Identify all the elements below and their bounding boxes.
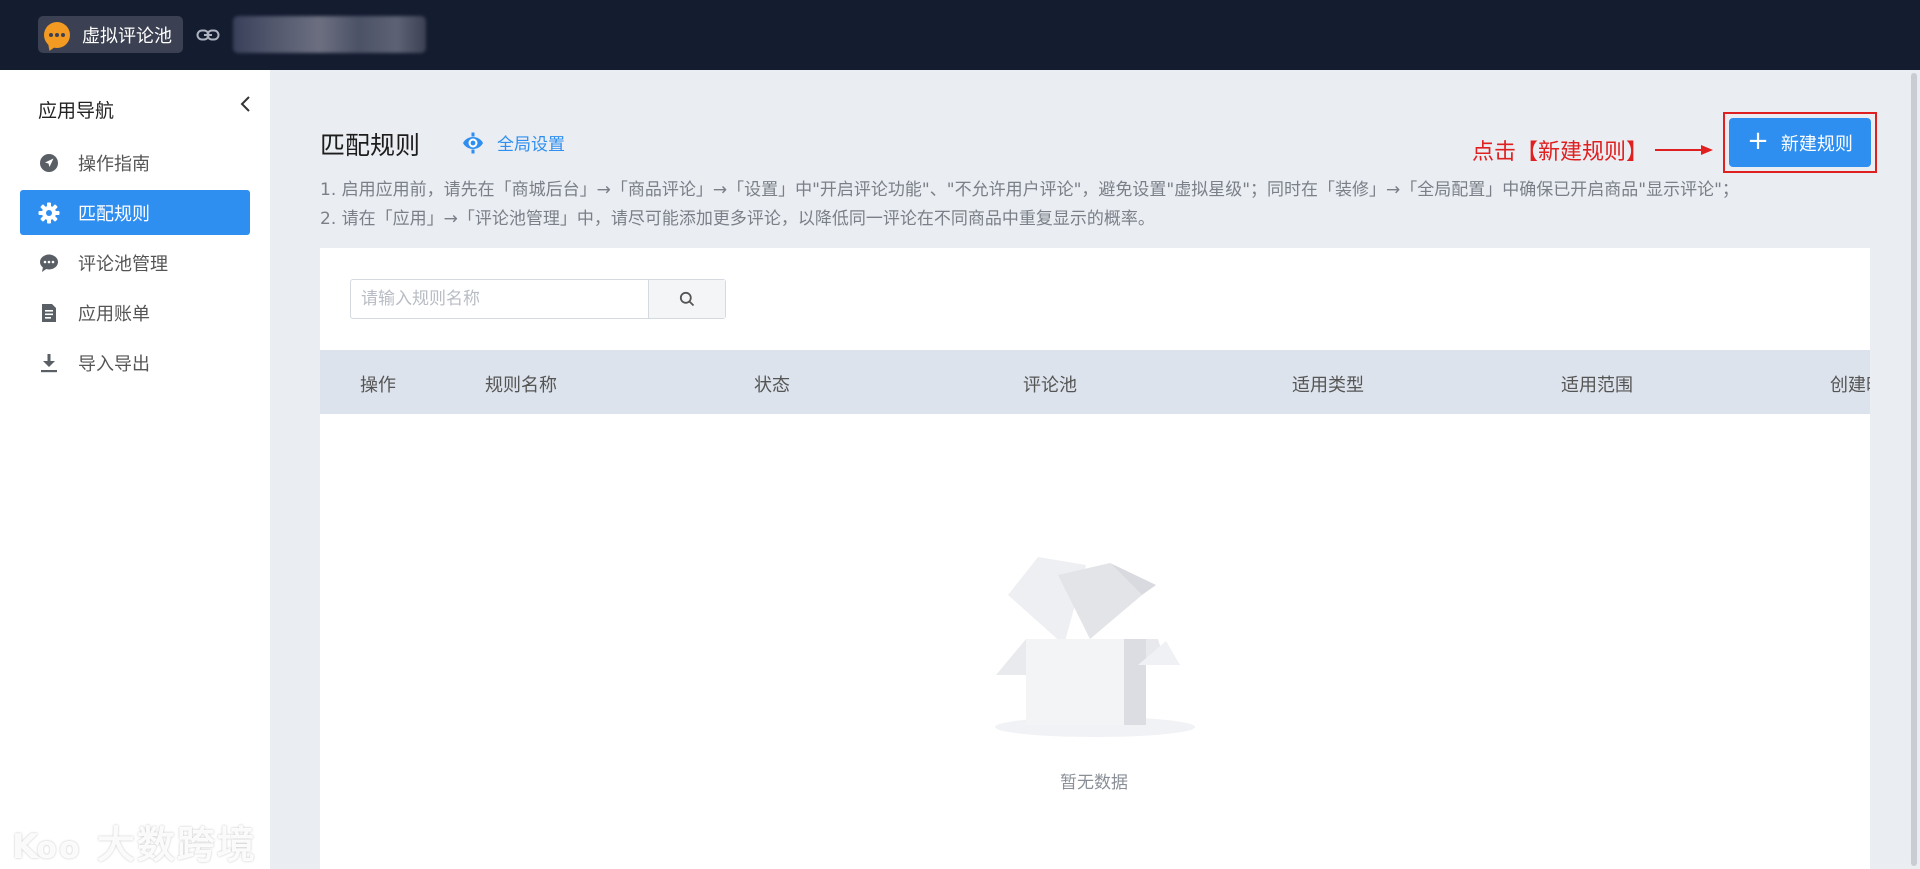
column-header: 评论池 bbox=[1023, 375, 1077, 396]
sidebar-item-comment-pool[interactable]: 评论池管理 bbox=[20, 240, 250, 285]
table-header: 操作 规则名称 状态 评论池 适用类型 适用范围 创建时 bbox=[320, 350, 1870, 414]
comment-icon bbox=[38, 252, 60, 274]
annotation-text: 点击【新建规则】 bbox=[1472, 140, 1649, 165]
sidebar-item-match-rules[interactable]: 匹配规则 bbox=[20, 190, 250, 235]
download-icon bbox=[38, 352, 60, 374]
search-input[interactable] bbox=[351, 280, 649, 318]
sidebar-item-label: 导入导出 bbox=[78, 353, 150, 375]
column-header: 状态 bbox=[754, 375, 790, 396]
nav-title: 应用导航 bbox=[38, 100, 115, 122]
empty-state-text: 暂无数据 bbox=[1060, 773, 1128, 793]
chevron-left-icon[interactable] bbox=[238, 94, 254, 114]
plus-icon: + bbox=[1747, 126, 1769, 156]
sidebar-item-bill[interactable]: 应用账单 bbox=[20, 290, 250, 335]
app-title: 虚拟评论池 bbox=[82, 25, 172, 47]
tip-line: 2. 请在「应用」→「评论池管理」中，请尽可能添加更多评论，以降低同一评论在不同… bbox=[320, 209, 1155, 229]
annotation-arrow-icon bbox=[1655, 145, 1713, 155]
search-button[interactable] bbox=[648, 280, 725, 318]
global-settings-label: 全局设置 bbox=[497, 135, 565, 155]
search-box bbox=[350, 279, 726, 319]
rules-card: 操作 规则名称 状态 评论池 适用类型 适用范围 创建时 暂无数据 bbox=[320, 248, 1870, 869]
sidebar-item-guide[interactable]: 操作指南 bbox=[20, 140, 250, 185]
new-rule-label: 新建规则 bbox=[1780, 133, 1853, 155]
column-header: 适用类型 bbox=[1292, 375, 1364, 396]
sidebar: 应用导航 操作指南 匹配规则 评论池管理 应用账单 导入导出 Koo 大数跨境 bbox=[0, 70, 270, 869]
scrollbar-thumb[interactable] bbox=[1911, 73, 1917, 866]
watermark-logo: Koo 大数跨境 bbox=[12, 823, 257, 867]
column-header: 适用范围 bbox=[1561, 375, 1633, 396]
navigation-arrow-icon bbox=[38, 152, 60, 174]
global-settings-link[interactable]: 全局设置 bbox=[461, 130, 565, 155]
app-switcher[interactable]: 虚拟评论池 bbox=[38, 16, 183, 53]
new-rule-button[interactable]: + 新建规则 bbox=[1729, 118, 1871, 167]
top-bar: 虚拟评论池 bbox=[0, 0, 1920, 70]
sidebar-item-import-export[interactable]: 导入导出 bbox=[20, 340, 250, 385]
sidebar-item-label: 应用账单 bbox=[78, 303, 150, 325]
search-icon bbox=[679, 291, 695, 307]
column-header: 创建时 bbox=[1830, 375, 1870, 396]
column-header: 操作 bbox=[360, 375, 396, 396]
column-header: 规则名称 bbox=[485, 375, 557, 396]
tip-line: 1. 启用应用前，请先在「商城后台」→「商品评论」→「设置」中"开启评论功能"、… bbox=[320, 180, 1739, 200]
sidebar-item-label: 评论池管理 bbox=[78, 253, 168, 275]
shop-selector-blurred[interactable] bbox=[233, 16, 426, 53]
link-icon[interactable] bbox=[196, 25, 220, 45]
bill-icon bbox=[38, 302, 60, 324]
page-title: 匹配规则 bbox=[320, 131, 421, 160]
empty-box-icon bbox=[995, 557, 1195, 737]
settings-eye-icon bbox=[463, 132, 483, 153]
sidebar-item-label: 操作指南 bbox=[78, 153, 150, 175]
gear-icon bbox=[38, 202, 60, 224]
page-scrollbar[interactable] bbox=[1908, 70, 1920, 869]
chat-bubble-icon bbox=[44, 21, 70, 48]
sidebar-item-label: 匹配规则 bbox=[78, 203, 150, 225]
tips-text: 1. 启用应用前，请先在「商城后台」→「商品评论」→「设置」中"开启评论功能"、… bbox=[320, 176, 1739, 234]
